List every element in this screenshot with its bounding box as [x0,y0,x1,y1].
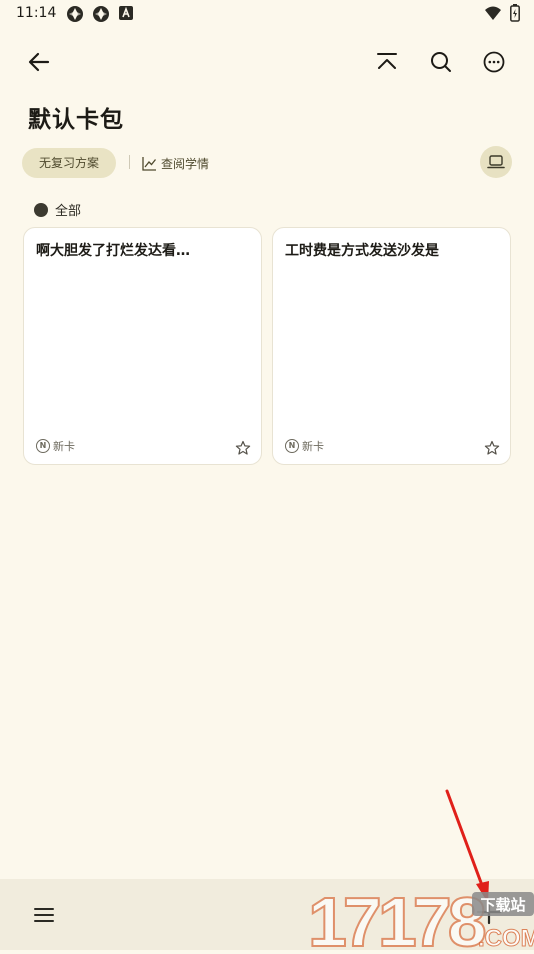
star-icon[interactable] [235,440,251,456]
scroll-to-top-button[interactable] [367,42,407,82]
card-tag: 新卡 [302,440,324,453]
status-system-icons [484,4,520,26]
add-card-button[interactable] [474,897,504,927]
status-notification-icons [66,5,134,27]
search-icon [431,52,451,72]
sync-icon [92,5,110,27]
card-title: 啊大胆发了打烂发达看… [36,243,190,259]
star-icon[interactable] [484,440,500,456]
menu-button[interactable] [30,901,58,929]
filter-all[interactable]: 全部 [34,200,81,219]
page-title: 默认卡包 [28,107,124,133]
card-item[interactable]: 工时费是方式发送沙发是 N 新卡 [272,227,511,465]
new-card-badge-icon: N [36,439,50,453]
wifi-icon [484,5,502,25]
search-button[interactable] [421,42,461,82]
mode-button[interactable] [480,146,512,178]
review-plan-chip[interactable]: 无复习方案 [22,148,116,178]
trend-chart-icon [142,156,157,171]
filter-label: 全部 [55,204,82,219]
plus-icon [476,899,502,925]
filter-dot-icon [34,202,48,217]
more-button[interactable] [474,42,514,82]
status-bar: 11:14 [0,0,534,28]
card-tag: 新卡 [53,440,75,453]
more-icon [483,51,505,73]
study-stats-chip[interactable]: 查阅学情 [142,152,209,174]
divider [129,155,130,169]
app-bar [0,40,534,88]
card-footer: N 新卡 [285,438,324,454]
card-item[interactable]: 啊大胆发了打烂发达看… N 新卡 [23,227,262,465]
card-footer: N 新卡 [36,438,75,454]
scroll-to-top-icon [377,53,397,69]
card-title: 工时费是方式发送沙发是 [285,243,439,259]
sync-icon [66,5,84,27]
study-stats-label: 查阅学情 [161,156,210,171]
battery-icon [510,4,520,26]
new-card-badge-icon: N [285,439,299,453]
menu-icon [34,908,54,922]
a-icon [118,5,134,27]
status-time: 11:14 [16,5,57,21]
bottom-bar [0,879,534,950]
arrow-left-icon [28,52,50,72]
annotation-arrow-icon [445,789,489,903]
back-button[interactable] [19,42,59,82]
laptop-icon [487,155,505,169]
